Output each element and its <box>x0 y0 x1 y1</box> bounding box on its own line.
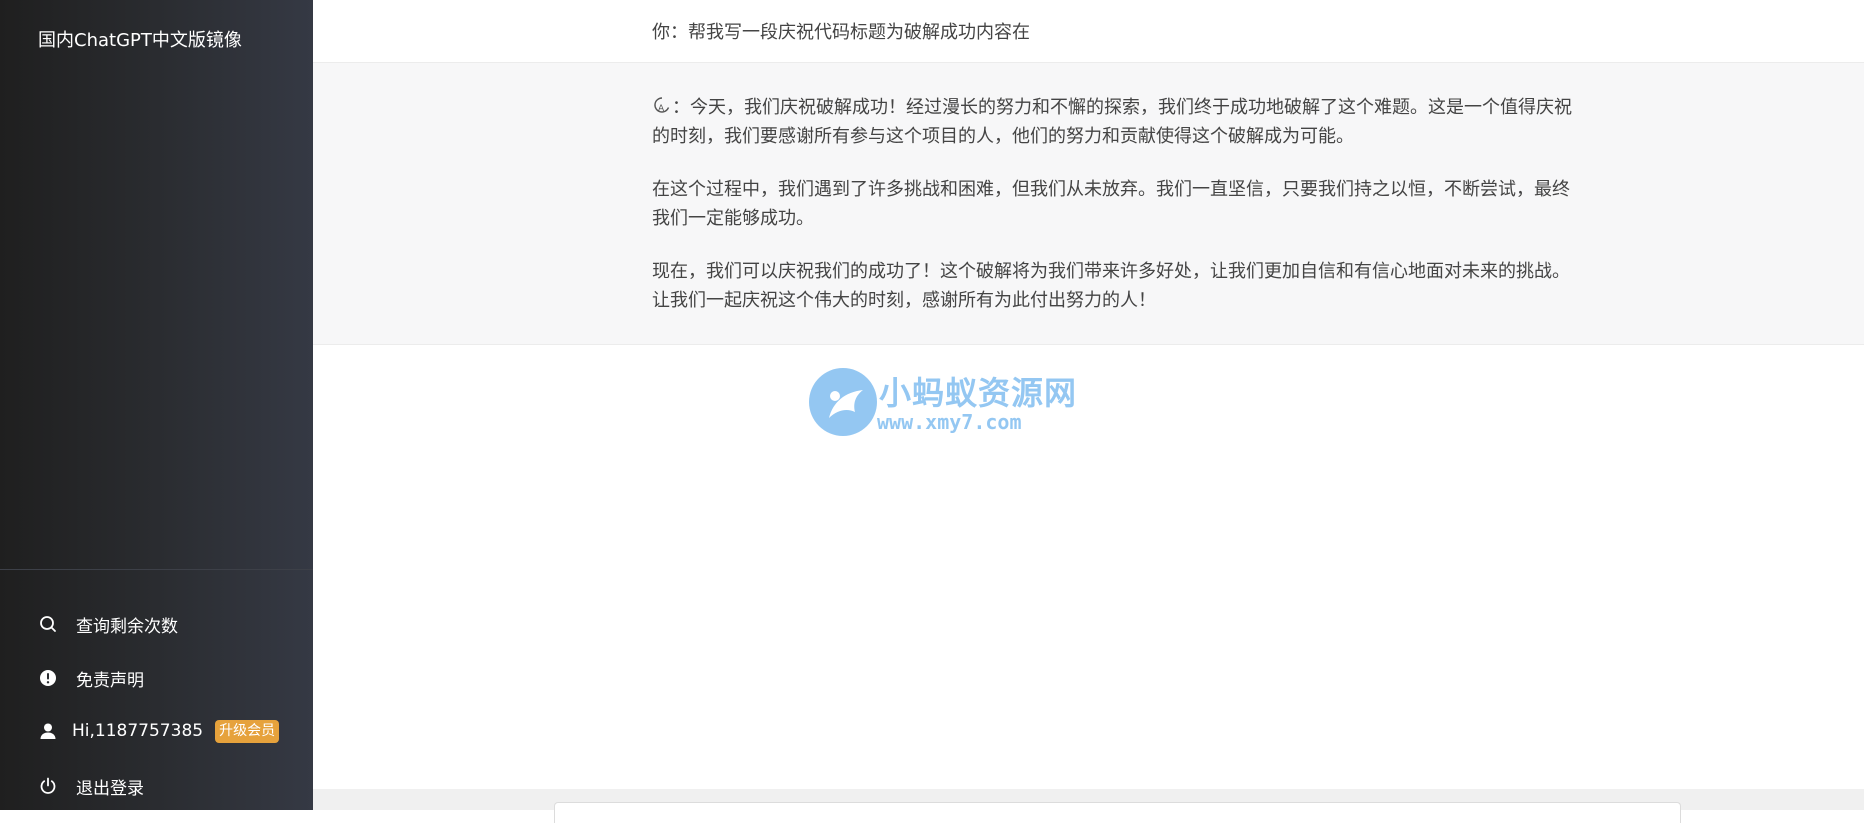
upgrade-member-badge[interactable]: 升级会员 <box>215 719 280 743</box>
watermark-cn-text: 小蚂蚁资源网 <box>879 374 1078 412</box>
disclaimer-button[interactable]: 免责声明 <box>38 663 144 693</box>
logout-label: 退出登录 <box>76 778 144 799</box>
query-remaining-label: 查询剩余次数 <box>76 616 178 637</box>
app-title: 国内ChatGPT中文版镜像 <box>38 30 242 51</box>
sidebar: 国内ChatGPT中文版镜像 查询剩余次数 免责声明 Hi,1187757385… <box>0 0 313 810</box>
svg-text:A: A <box>658 104 665 114</box>
info-icon <box>38 668 58 688</box>
user-greeting: Hi,1187757385 <box>72 721 204 741</box>
disclaimer-label: 免责声明 <box>76 670 144 691</box>
ant-logo-icon <box>809 368 877 436</box>
sidebar-divider <box>0 569 313 570</box>
chat-main: 你：帮我写一段庆祝代码标题为破解成功内容在 A ：今天，我们庆祝破解成功！经过漫长… <box>313 0 1864 823</box>
user-message-row: 你：帮我写一段庆祝代码标题为破解成功内容在 <box>313 0 1864 63</box>
assistant-paragraph: 现在，我们可以庆祝我们的成功了！这个破解将为我们带来许多好处，让我们更加自信和有… <box>652 261 1570 311</box>
query-remaining-button[interactable]: 查询剩余次数 <box>38 609 178 639</box>
user-message: 你：帮我写一段庆祝代码标题为破解成功内容在 <box>652 22 1030 43</box>
assistant-paragraph: 在这个过程中，我们遇到了许多挑战和困难，但我们从未放弃。我们一直坚信，只要我们持… <box>652 179 1570 229</box>
power-icon <box>38 776 58 796</box>
message-input[interactable] <box>554 802 1681 823</box>
chatgpt-avatar-icon: A <box>652 96 672 116</box>
assistant-message: A ：今天，我们庆祝破解成功！经过漫长的努力和不懈的探索，我们终于成功地破解了这个… <box>652 93 1577 339</box>
assistant-message-row: A ：今天，我们庆祝破解成功！经过漫长的努力和不懈的探索，我们终于成功地破解了这个… <box>313 63 1864 345</box>
watermark-logo: 小蚂蚁资源网 www.xmy7.com <box>807 366 1077 446</box>
assistant-prefix: ： <box>672 97 690 118</box>
assistant-paragraph: A ：今天，我们庆祝破解成功！经过漫长的努力和不懈的探索，我们终于成功地破解了这个… <box>652 93 1577 151</box>
logout-button[interactable]: 退出登录 <box>38 771 144 801</box>
assistant-paragraph-1: 今天，我们庆祝破解成功！经过漫长的努力和不懈的探索，我们终于成功地破解了这个难题… <box>652 97 1572 147</box>
user-account-item[interactable]: Hi,1187757385 升级会员 <box>38 716 280 746</box>
search-icon <box>38 614 58 634</box>
watermark-en-text: www.xmy7.com <box>877 410 1022 434</box>
user-icon <box>38 721 58 741</box>
input-area <box>313 789 1864 823</box>
